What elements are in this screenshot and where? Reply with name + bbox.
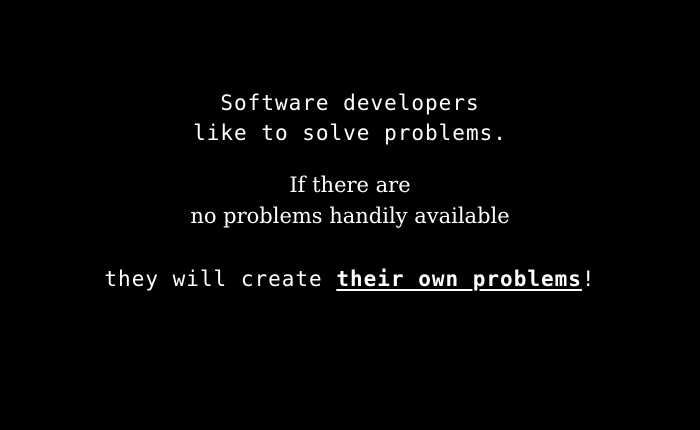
condition-text-block: If there are no problems handily availab…: [0, 170, 700, 232]
conclusion-emphasis: their own problems: [336, 267, 582, 291]
intro-line-2: like to solve problems.: [193, 121, 507, 145]
conclusion-line: they will create their own problems!: [0, 263, 700, 295]
slide: Software developers like to solve proble…: [0, 0, 700, 430]
condition-line-2: no problems handily available: [190, 204, 510, 228]
intro-line-1: Software developers: [220, 91, 480, 115]
conclusion-prefix: they will create: [104, 267, 337, 291]
conclusion-suffix: !: [581, 267, 596, 291]
condition-line-1: If there are: [289, 173, 411, 197]
intro-text-block: Software developers like to solve proble…: [0, 88, 700, 148]
conclusion-text-block: they will create their own problems!: [0, 263, 700, 295]
